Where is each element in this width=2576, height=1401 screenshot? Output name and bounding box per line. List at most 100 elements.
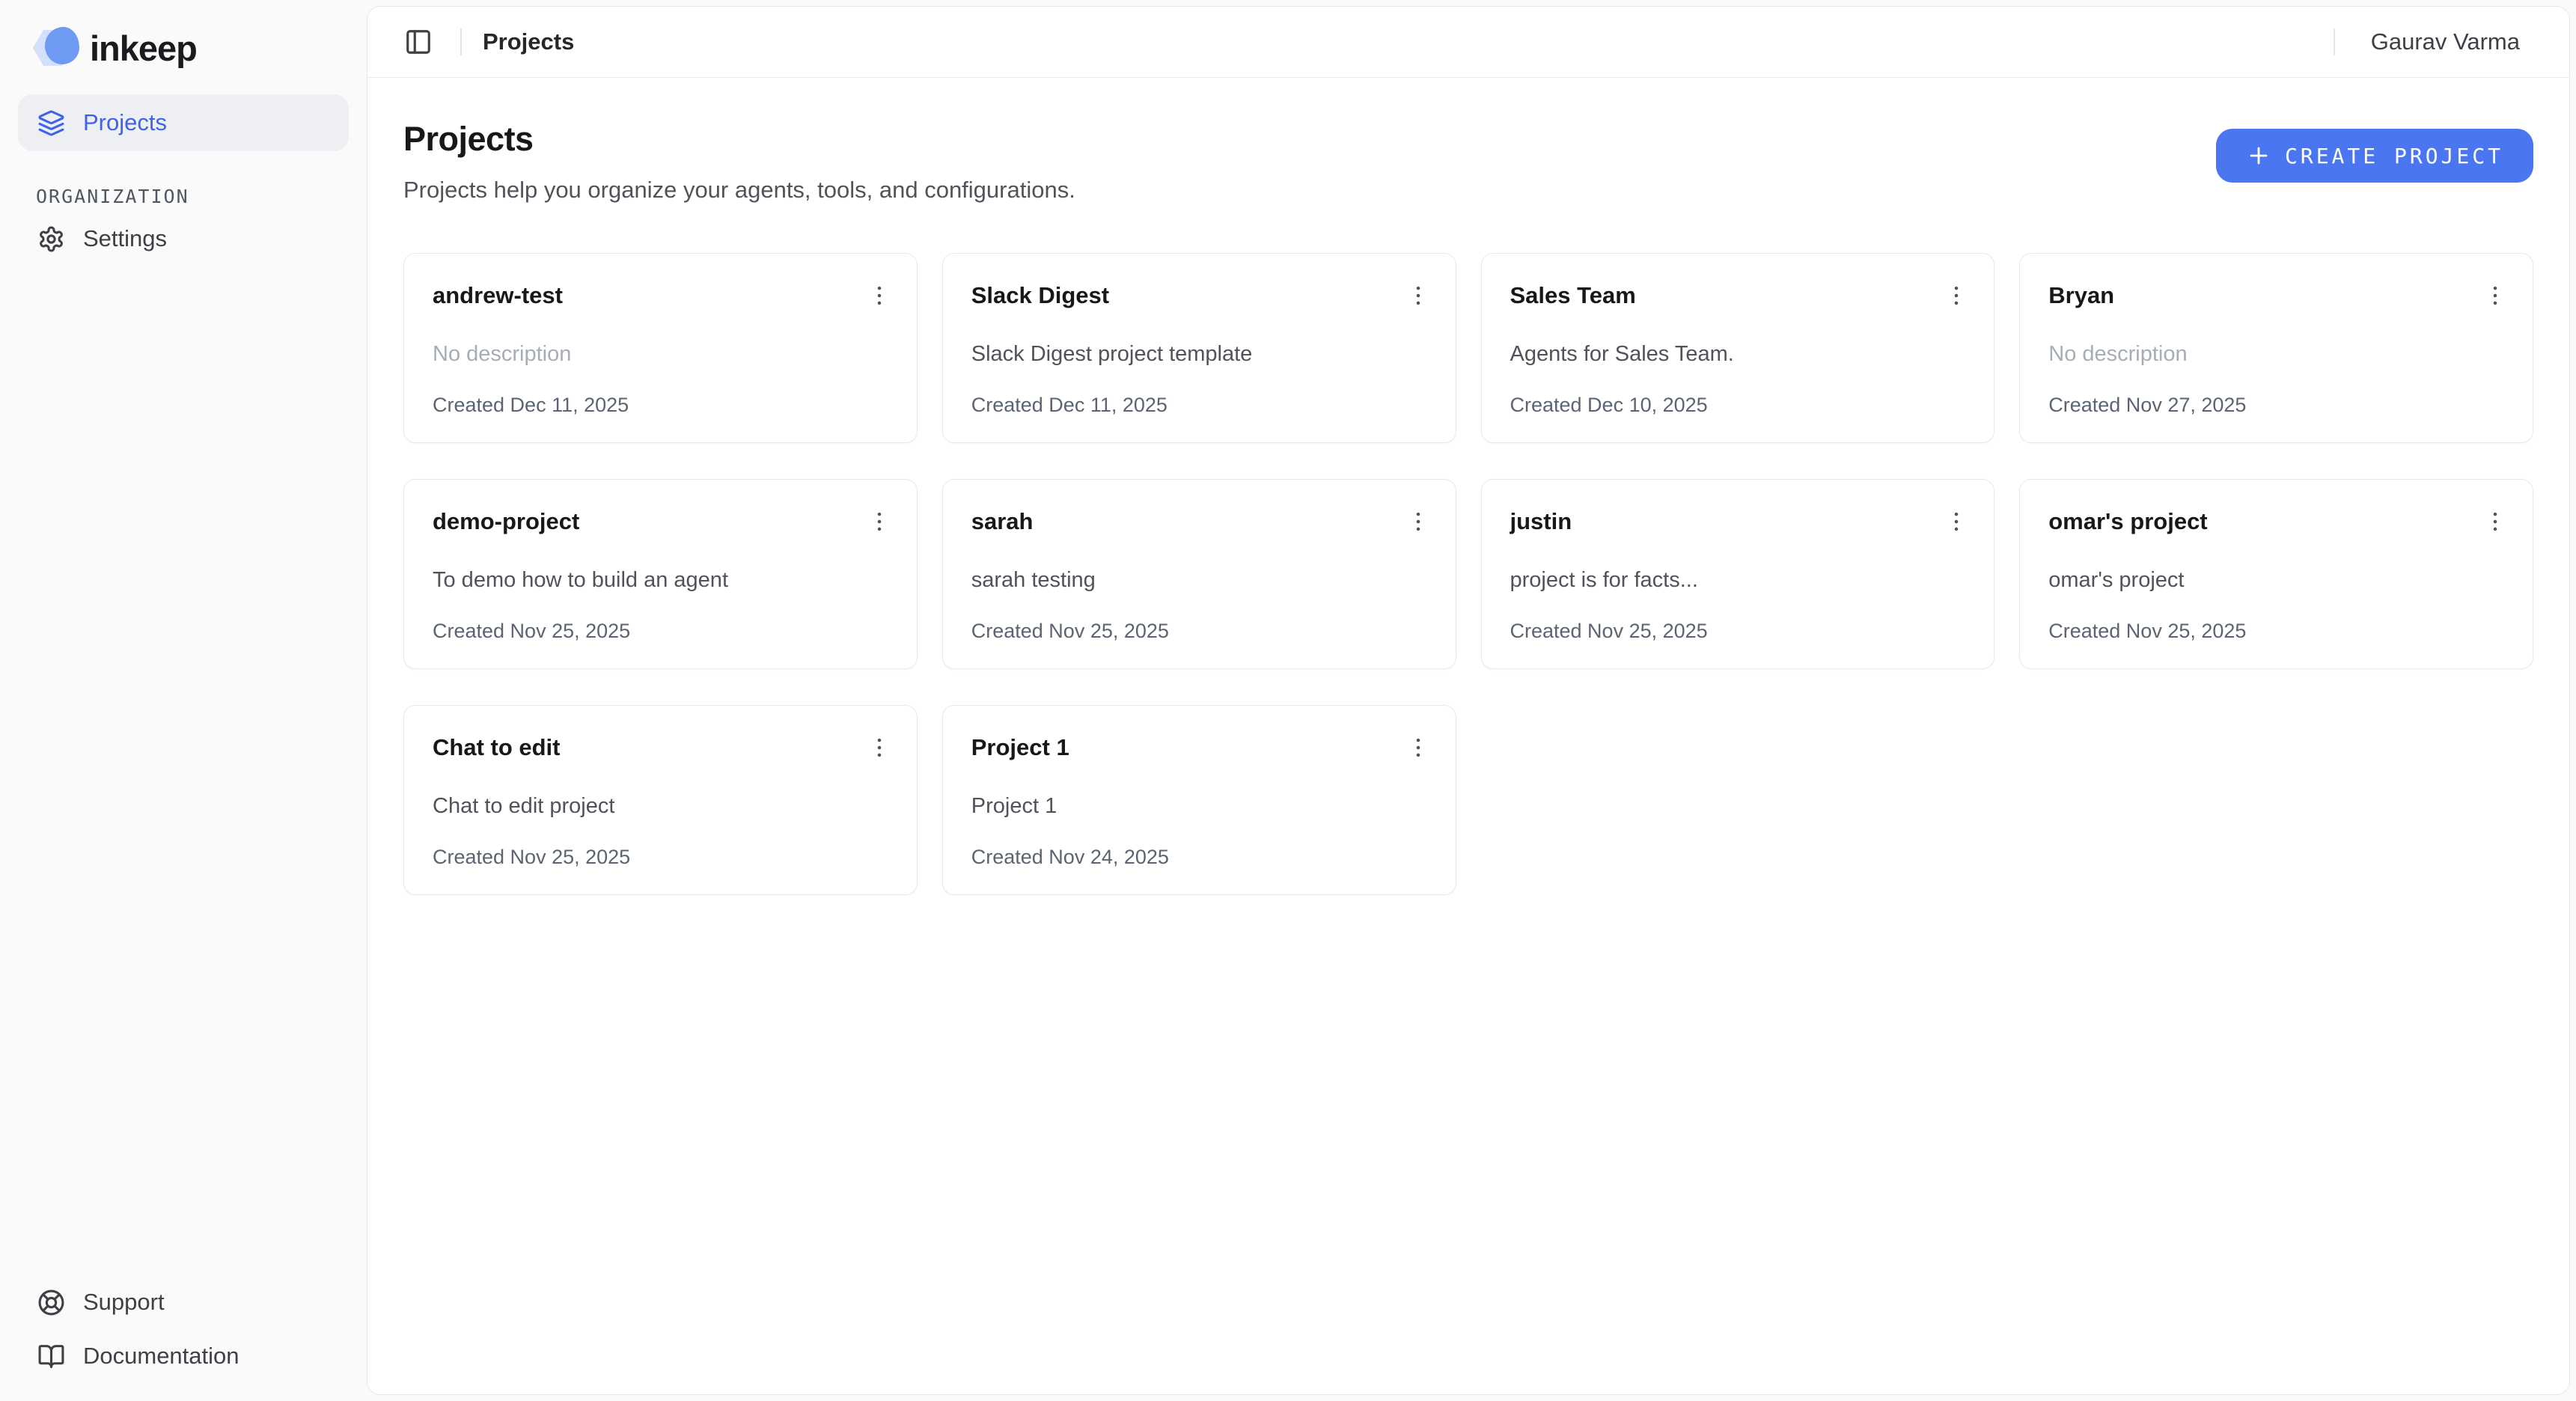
project-description: No description: [433, 342, 888, 367]
project-card[interactable]: Project 1 Project 1 Created Nov 24, 2025: [942, 705, 1456, 895]
page-subtitle: Projects help you organize your agents, …: [403, 177, 1075, 204]
create-project-label: CREATE PROJECT: [2285, 144, 2503, 168]
sidebar-item-label: Settings: [83, 225, 167, 252]
kebab-icon: [1944, 509, 1969, 534]
project-description: Slack Digest project template: [971, 342, 1427, 367]
project-description: project is for facts...: [1510, 568, 1966, 593]
kebab-icon: [867, 735, 892, 760]
project-menu-button[interactable]: [1399, 728, 1438, 767]
project-menu-button[interactable]: [2476, 276, 2515, 315]
sidebar-item-documentation[interactable]: Documentation: [18, 1332, 349, 1380]
project-menu-button[interactable]: [1399, 276, 1438, 315]
project-title: omar's project: [2048, 508, 2207, 535]
project-title: Chat to edit: [433, 734, 561, 761]
sidebar: inkeep Projects ORGANIZATION: [0, 0, 367, 1401]
project-menu-button[interactable]: [2476, 502, 2515, 541]
page-content: Projects Projects help you organize your…: [367, 78, 2569, 1394]
project-card[interactable]: sarah sarah testing Created Nov 25, 2025: [942, 479, 1456, 669]
kebab-icon: [2482, 283, 2508, 308]
breadcrumb[interactable]: Projects: [483, 28, 574, 55]
project-card[interactable]: Slack Digest Slack Digest project templa…: [942, 253, 1456, 443]
create-project-button[interactable]: CREATE PROJECT: [2216, 129, 2533, 183]
project-menu-button[interactable]: [1937, 502, 1976, 541]
header-right: Gaurav Varma: [2334, 28, 2569, 55]
kebab-icon: [1405, 283, 1431, 308]
project-description: No description: [2048, 342, 2504, 367]
project-created: Created Nov 25, 2025: [433, 620, 888, 643]
project-card-header: Project 1: [971, 728, 1427, 767]
project-card[interactable]: demo-project To demo how to build an age…: [403, 479, 918, 669]
project-card[interactable]: Bryan No description Created Nov 27, 202…: [2019, 253, 2533, 443]
sidebar-item-label: Support: [83, 1289, 165, 1316]
project-title: demo-project: [433, 508, 579, 535]
header-divider: [2334, 28, 2335, 55]
projects-grid: andrew-test No description Created Dec 1…: [403, 253, 2533, 895]
sidebar-org-nav: Settings: [0, 215, 367, 263]
project-created: Created Dec 11, 2025: [971, 394, 1427, 417]
top-bar: Projects Gaurav Varma: [367, 7, 2569, 78]
layers-icon: [37, 109, 65, 137]
project-title: Bryan: [2048, 282, 2114, 309]
project-card-header: andrew-test: [433, 276, 888, 315]
project-card-header: Bryan: [2048, 276, 2504, 315]
project-description: Chat to edit project: [433, 794, 888, 819]
logo[interactable]: inkeep: [0, 22, 367, 69]
project-card-header: Chat to edit: [433, 728, 888, 767]
project-created: Created Dec 10, 2025: [1510, 394, 1966, 417]
project-menu-button[interactable]: [1399, 502, 1438, 541]
project-card-header: sarah: [971, 502, 1427, 541]
header-divider: [460, 28, 462, 55]
inkeep-logo-icon: [33, 27, 79, 69]
project-created: Created Dec 11, 2025: [433, 394, 888, 417]
project-description: To demo how to build an agent: [433, 568, 888, 593]
project-created: Created Nov 25, 2025: [2048, 620, 2504, 643]
sidebar-toggle-button[interactable]: [397, 21, 439, 63]
kebab-icon: [1405, 509, 1431, 534]
project-card-header: Sales Team: [1510, 276, 1966, 315]
project-card-header: justin: [1510, 502, 1966, 541]
main-area: Projects Gaurav Varma Projects Projects …: [367, 0, 2576, 1401]
kebab-icon: [867, 509, 892, 534]
project-card[interactable]: justin project is for facts... Created N…: [1481, 479, 1995, 669]
project-title: justin: [1510, 508, 1572, 535]
project-card-header: Slack Digest: [971, 276, 1427, 315]
user-menu[interactable]: Gaurav Varma: [2371, 28, 2520, 55]
sidebar-item-settings[interactable]: Settings: [18, 215, 349, 263]
project-title: andrew-test: [433, 282, 563, 309]
page-title: Projects: [403, 120, 1075, 159]
kebab-icon: [1405, 735, 1431, 760]
main-panel: Projects Gaurav Varma Projects Projects …: [367, 6, 2570, 1395]
page-head: Projects Projects help you organize your…: [403, 120, 2533, 204]
logo-wordmark: inkeep: [90, 28, 197, 69]
project-description: omar's project: [2048, 568, 2504, 593]
project-title: Sales Team: [1510, 282, 1636, 309]
sidebar-section-organization: ORGANIZATION: [0, 186, 367, 207]
project-created: Created Nov 25, 2025: [971, 620, 1427, 643]
project-card-header: demo-project: [433, 502, 888, 541]
project-card[interactable]: Chat to edit Chat to edit project Create…: [403, 705, 918, 895]
project-title: Project 1: [971, 734, 1069, 761]
project-description: Agents for Sales Team.: [1510, 342, 1966, 367]
project-menu-button[interactable]: [1937, 276, 1976, 315]
sidebar-item-support[interactable]: Support: [18, 1278, 349, 1326]
project-title: Slack Digest: [971, 282, 1109, 309]
sidebar-item-label: Documentation: [83, 1343, 239, 1370]
project-created: Created Nov 25, 2025: [1510, 620, 1966, 643]
sidebar-item-projects[interactable]: Projects: [18, 94, 349, 151]
project-title: sarah: [971, 508, 1034, 535]
project-card[interactable]: andrew-test No description Created Dec 1…: [403, 253, 918, 443]
project-menu-button[interactable]: [860, 502, 899, 541]
project-created: Created Nov 27, 2025: [2048, 394, 2504, 417]
project-card[interactable]: Sales Team Agents for Sales Team. Create…: [1481, 253, 1995, 443]
kebab-icon: [2482, 509, 2508, 534]
project-description: Project 1: [971, 794, 1427, 819]
project-card[interactable]: omar's project omar's project Created No…: [2019, 479, 2533, 669]
project-menu-button[interactable]: [860, 276, 899, 315]
project-description: sarah testing: [971, 568, 1427, 593]
app-root: inkeep Projects ORGANIZATION: [0, 0, 2576, 1401]
sidebar-nav: Projects: [0, 94, 367, 151]
kebab-icon: [867, 283, 892, 308]
project-menu-button[interactable]: [860, 728, 899, 767]
sidebar-item-label: Projects: [83, 109, 167, 136]
book-open-icon: [37, 1343, 65, 1370]
